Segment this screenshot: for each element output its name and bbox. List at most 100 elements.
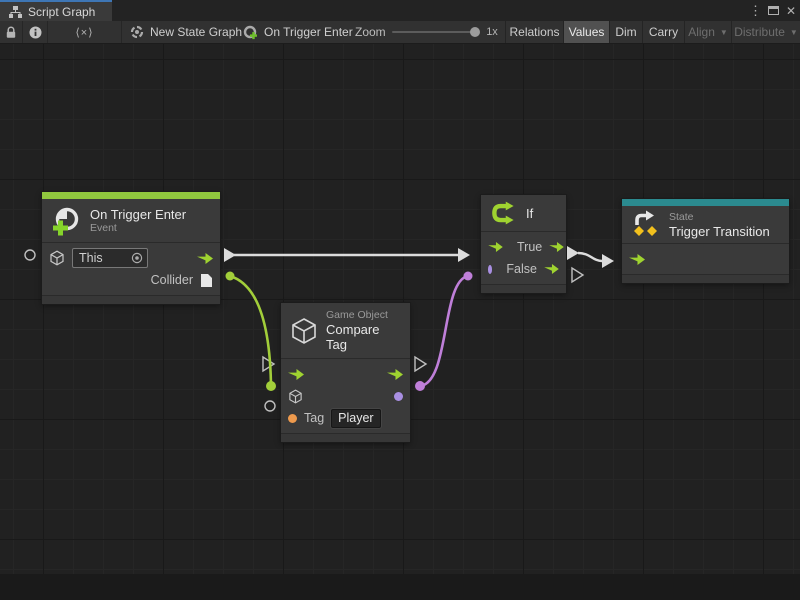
- node-trigger-transition[interactable]: State Trigger Transition: [622, 199, 789, 283]
- true-output-port[interactable]: [549, 242, 564, 252]
- event-icon: [51, 205, 82, 236]
- zoom-label: Zoom: [355, 21, 386, 43]
- carry-label: Carry: [649, 25, 678, 39]
- distribute-dropdown[interactable]: Distribute ▼: [731, 21, 800, 43]
- node-body: This Collider: [42, 242, 220, 295]
- node-subtitle: State: [669, 211, 770, 224]
- port-row-tag: Tag Player: [288, 407, 403, 429]
- node-compare-tag[interactable]: Game Object Compare Tag: [281, 303, 410, 442]
- relations-button[interactable]: Relations: [505, 21, 563, 43]
- port-row-flow: [288, 363, 403, 385]
- flow-output-port[interactable]: [387, 369, 403, 380]
- collider-port-label: Collider: [151, 273, 193, 287]
- graph-toolbar: ⟨×⟩ New State Graph On Trigger Enter Zoo…: [0, 21, 800, 44]
- node-subtitle: Game Object: [326, 309, 401, 322]
- node-footer: [281, 433, 410, 442]
- node-body: [622, 243, 789, 274]
- tag-port-label: Tag: [304, 411, 324, 425]
- window-menu-icon[interactable]: ⋮: [749, 3, 761, 19]
- node-title: If: [526, 206, 533, 221]
- node-header: State Trigger Transition: [622, 206, 789, 243]
- flow-output-port[interactable]: [197, 253, 213, 264]
- node-subtitle: Event: [90, 222, 186, 235]
- info-icon: [29, 26, 42, 39]
- node-title: Trigger Transition: [669, 224, 770, 239]
- flow-input-port[interactable]: [288, 369, 304, 380]
- tab-script-graph[interactable]: Script Graph: [0, 0, 112, 21]
- node-title: Compare Tag: [326, 322, 401, 352]
- this-value: This: [79, 251, 103, 265]
- script-graph-window: Script Graph ⋮ ✕ ⟨×⟩ New State Graph: [0, 0, 800, 600]
- collider-type-icon[interactable]: [200, 273, 213, 288]
- node-header: If: [481, 195, 566, 231]
- condition-input-port[interactable]: [488, 265, 492, 274]
- align-label: Align: [688, 25, 715, 39]
- node-body: Tag Player: [281, 358, 410, 433]
- breadcrumb-state-graph[interactable]: New State Graph: [130, 21, 242, 43]
- zoom-slider[interactable]: [392, 21, 478, 43]
- node-if[interactable]: If True False: [481, 195, 566, 293]
- info-button[interactable]: [23, 21, 48, 43]
- graph-hierarchy-icon: [9, 6, 22, 18]
- zoom-slider-track[interactable]: [392, 31, 478, 33]
- relations-label: Relations: [509, 25, 559, 39]
- game-object-cube-icon: [49, 250, 65, 266]
- string-input-port[interactable]: [288, 414, 297, 423]
- port-row-false: False: [488, 258, 559, 280]
- maximize-icon[interactable]: [768, 6, 779, 15]
- breadcrumb-label: On Trigger Enter: [264, 25, 353, 39]
- this-object-field[interactable]: This: [72, 248, 148, 268]
- port-row-flow: [629, 248, 782, 270]
- chevron-down-icon: ▼: [790, 28, 798, 37]
- flow-input-port[interactable]: [488, 242, 503, 252]
- close-icon[interactable]: ✕: [786, 4, 796, 18]
- object-picker-icon[interactable]: [131, 252, 143, 264]
- node-footer: [42, 295, 220, 304]
- game-object-icon: [290, 317, 318, 345]
- false-port-label: False: [506, 262, 537, 276]
- event-color-bar: [42, 192, 220, 199]
- node-footer: [481, 284, 566, 293]
- distribute-label: Distribute: [734, 25, 785, 39]
- zoom-slider-knob[interactable]: [470, 27, 480, 37]
- tag-value: Player: [338, 411, 373, 425]
- tab-title: Script Graph: [28, 5, 95, 19]
- window-controls: ⋮ ✕: [749, 0, 796, 21]
- values-label: Values: [569, 25, 605, 39]
- title-bar: Script Graph ⋮ ✕: [0, 0, 800, 21]
- state-graph-icon: [130, 25, 144, 39]
- node-header: Game Object Compare Tag: [281, 303, 410, 358]
- false-output-port[interactable]: [544, 264, 559, 274]
- flow-input-port[interactable]: [629, 254, 645, 265]
- values-button[interactable]: Values: [563, 21, 609, 43]
- dim-button[interactable]: Dim: [609, 21, 642, 43]
- node-footer: [622, 274, 789, 283]
- node-title: On Trigger Enter: [90, 207, 186, 222]
- tag-value-field[interactable]: Player: [331, 409, 380, 428]
- zoom-value: 1x: [482, 21, 502, 43]
- port-row-gameobject: [288, 385, 403, 407]
- node-on-trigger-enter[interactable]: On Trigger Enter Event This: [42, 192, 220, 304]
- code-view-button[interactable]: ⟨×⟩: [48, 21, 122, 43]
- true-port-label: True: [517, 240, 542, 254]
- node-header: On Trigger Enter Event: [42, 199, 220, 242]
- canvas-edge: [0, 574, 800, 600]
- event-icon-small: [243, 25, 258, 40]
- lock-icon: [5, 26, 17, 39]
- port-row-target: This: [49, 247, 213, 269]
- breadcrumb-on-trigger-enter[interactable]: On Trigger Enter: [243, 21, 353, 43]
- code-view-label: ⟨×⟩: [75, 26, 93, 39]
- carry-button[interactable]: Carry: [642, 21, 684, 43]
- game-object-input-port[interactable]: [288, 389, 303, 404]
- boolean-output-port[interactable]: [394, 392, 403, 401]
- branch-icon: [490, 201, 518, 225]
- transition-icon: [631, 210, 661, 239]
- chevron-down-icon: ▼: [720, 28, 728, 37]
- align-dropdown[interactable]: Align ▼: [684, 21, 731, 43]
- dim-label: Dim: [615, 25, 636, 39]
- port-row-collider: Collider: [49, 269, 213, 291]
- node-body: True False: [481, 231, 566, 284]
- state-color-bar: [622, 199, 789, 206]
- port-row-true: True: [488, 236, 559, 258]
- lock-button[interactable]: [0, 21, 23, 43]
